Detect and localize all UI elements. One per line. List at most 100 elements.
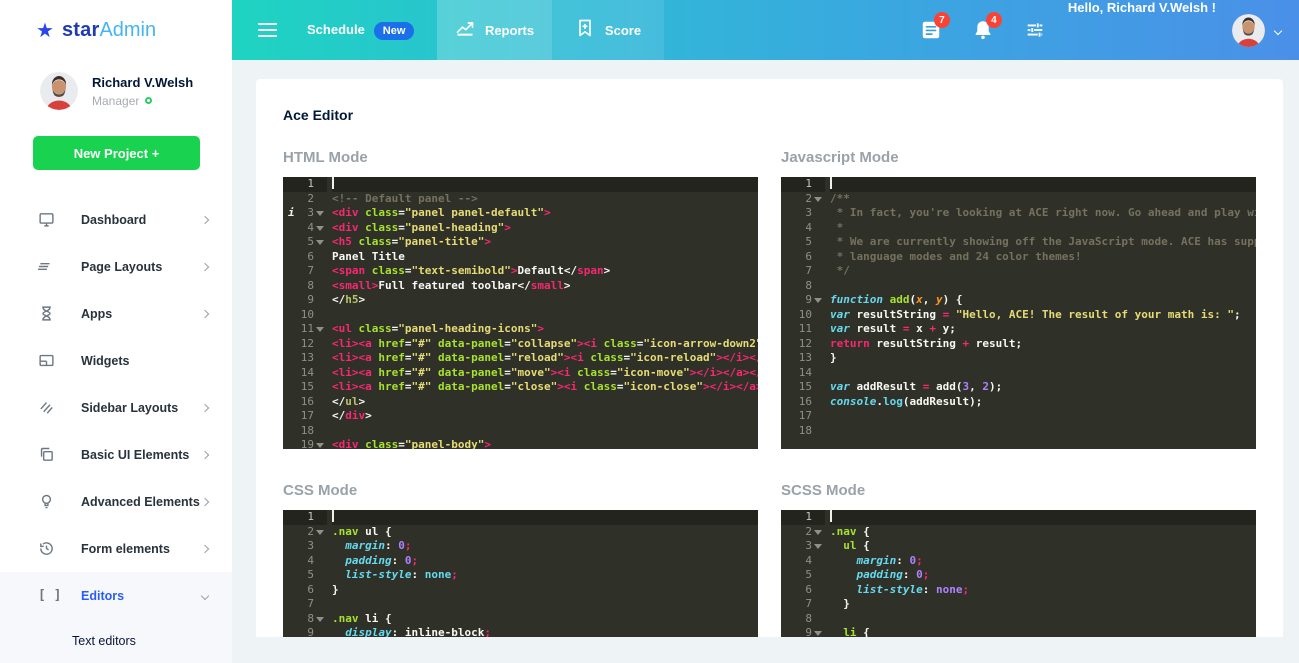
editor-code[interactable]: .nav { ul { margin: 0; padding: 0; list-… (825, 510, 1256, 637)
fold-caret-icon[interactable] (814, 544, 822, 549)
ace-editor-css[interactable]: 123456789 .nav ul { margin: 0; padding: … (283, 510, 758, 637)
gutter-line-number: 4 (781, 221, 825, 236)
gutter-line-number: 4 (283, 221, 327, 236)
code-line (332, 308, 758, 323)
new-project-button[interactable]: New Project + (33, 136, 200, 170)
code-line: */ (830, 264, 1256, 279)
fold-caret-icon[interactable] (814, 631, 822, 636)
tab-score[interactable]: Score (552, 0, 664, 60)
chart-icon (455, 18, 475, 43)
sidebar-editors-group: [ ] Editors Text editors (0, 572, 232, 663)
hamburger-menu-icon[interactable] (258, 20, 277, 41)
code-line: /** (830, 192, 1256, 207)
sidebar-item-editors[interactable]: [ ] Editors (0, 572, 232, 619)
editor-gutter[interactable]: 123456789 (283, 510, 327, 637)
tab-score-label: Score (605, 23, 641, 38)
messages-icon[interactable]: 7 (920, 19, 942, 41)
sidebar-item-dashboard[interactable]: Dashboard (0, 196, 232, 243)
gutter-line-number: 9 (283, 293, 327, 308)
code-line: <h5 class="panel-title"> (332, 235, 758, 250)
fold-caret-icon[interactable] (316, 530, 324, 535)
tab-reports[interactable]: Reports (437, 0, 552, 60)
gutter-line-number: 5 (781, 568, 825, 583)
sidebar-item-sidebar-layouts[interactable]: Sidebar Layouts (0, 384, 232, 431)
gutter-line-number: 15 (781, 380, 825, 395)
ace-editor-javascript[interactable]: 123456789101112131415161718 /** * In fac… (781, 177, 1256, 449)
code-line (332, 177, 758, 192)
tab-schedule[interactable]: ScheduleNew (232, 0, 437, 60)
code-line: } (830, 597, 1256, 612)
code-line: * language modes and 24 color themes! (830, 250, 1256, 265)
sidebar-item-basic-ui-elements[interactable]: Basic UI Elements (0, 431, 232, 478)
gutter-line-number: 6 (781, 250, 825, 265)
text-cursor (830, 177, 832, 189)
gutter-line-number: 3 (781, 206, 825, 221)
editor-gutter[interactable]: 123456789101112131415161718 (781, 177, 825, 449)
ace-editor-html[interactable]: 123i45678910111213141516171819 <!-- Defa… (283, 177, 758, 449)
fold-caret-icon[interactable] (316, 443, 324, 448)
gutter-line-number: 14 (283, 366, 327, 381)
code-line: Panel Title (332, 250, 758, 265)
code-line: </ul> (332, 395, 758, 410)
user-greeting: Hello, Richard V.Welsh ! (1068, 0, 1216, 60)
sidebar-item-apps[interactable]: Apps (0, 290, 232, 337)
profile-role: Manager (92, 94, 139, 108)
fold-caret-icon[interactable] (814, 197, 822, 202)
gutter-line-number: 6 (283, 250, 327, 265)
monitor-icon (38, 211, 55, 228)
code-line: <span class="text-semibold">Default</spa… (332, 264, 758, 279)
profile-name: Richard V.Welsh (92, 75, 193, 90)
fold-caret-icon[interactable] (814, 530, 822, 535)
sidebar-item-form-elements[interactable]: Form elements (0, 525, 232, 572)
text-cursor (830, 510, 832, 522)
sidebar-item-page-layouts[interactable]: Page Layouts (0, 243, 232, 290)
editor-code[interactable]: .nav ul { margin: 0; padding: 0; list-st… (327, 510, 758, 637)
code-line (830, 424, 1256, 439)
code-line: <!-- Default panel --> (332, 192, 758, 207)
fold-caret-icon[interactable] (316, 327, 324, 332)
code-line: .nav { (830, 525, 1256, 540)
sidebar-item-label: Advanced Elements (81, 495, 202, 509)
editor-gutter[interactable]: 123456789 (781, 510, 825, 637)
sidebar-item-label: Editors (81, 589, 202, 603)
user-profile[interactable]: Richard V.Welsh Manager (0, 60, 232, 110)
page-title: Ace Editor (283, 107, 1256, 123)
fold-caret-icon[interactable] (316, 211, 324, 216)
brand-logo[interactable]: ★ starAdmin (0, 0, 232, 60)
code-line: return resultString + result; (830, 337, 1256, 352)
fold-caret-icon[interactable] (316, 617, 324, 622)
editor-code[interactable]: <!-- Default panel --><div class="panel … (327, 177, 758, 449)
gutter-line-number: 4 (781, 554, 825, 569)
ace-editor-scss[interactable]: 123456789 .nav { ul { margin: 0; padding… (781, 510, 1256, 637)
gutter-line-number: 16 (781, 395, 825, 410)
settings-sliders-icon[interactable] (1024, 19, 1046, 41)
chevron-right-icon (201, 215, 209, 223)
chevron-down-icon[interactable] (1275, 21, 1281, 39)
gutter-line-number: 17 (283, 409, 327, 424)
fold-caret-icon[interactable] (814, 298, 822, 303)
gutter-line-number: 10 (283, 308, 327, 323)
editor-code[interactable]: /** * In fact, you're looking at ACE rig… (825, 177, 1256, 449)
code-line: display: inline-block; (332, 626, 758, 637)
code-line: } (332, 583, 758, 598)
gutter-line-number: 18 (283, 424, 327, 439)
gutter-line-number: 2 (781, 525, 825, 540)
editor-gutter[interactable]: 123i45678910111213141516171819 (283, 177, 327, 449)
sidebar-item-widgets[interactable]: Widgets (0, 337, 232, 384)
fold-caret-icon[interactable] (316, 240, 324, 245)
sidebar-item-advanced-elements[interactable]: Advanced Elements (0, 478, 232, 525)
sidebar-subitem-text-editors[interactable]: Text editors (0, 619, 232, 663)
gutter-line-number: 6 (781, 583, 825, 598)
fold-caret-icon[interactable] (316, 226, 324, 231)
notifications-bell-icon[interactable]: 4 (972, 19, 994, 41)
avatar[interactable] (1232, 14, 1265, 47)
gutter-line-number: 6 (283, 583, 327, 598)
gutter-line-number: 2 (283, 192, 327, 207)
editor-title: Javascript Mode (781, 149, 1256, 166)
text-cursor (332, 177, 334, 189)
sidebar-item-label: Form elements (81, 542, 202, 556)
widgets-icon (38, 352, 55, 369)
ace-editor-card: Ace Editor HTML Mode 123i456789101112131… (256, 79, 1283, 637)
code-line: margin: 0; (830, 554, 1256, 569)
code-line (332, 424, 758, 439)
